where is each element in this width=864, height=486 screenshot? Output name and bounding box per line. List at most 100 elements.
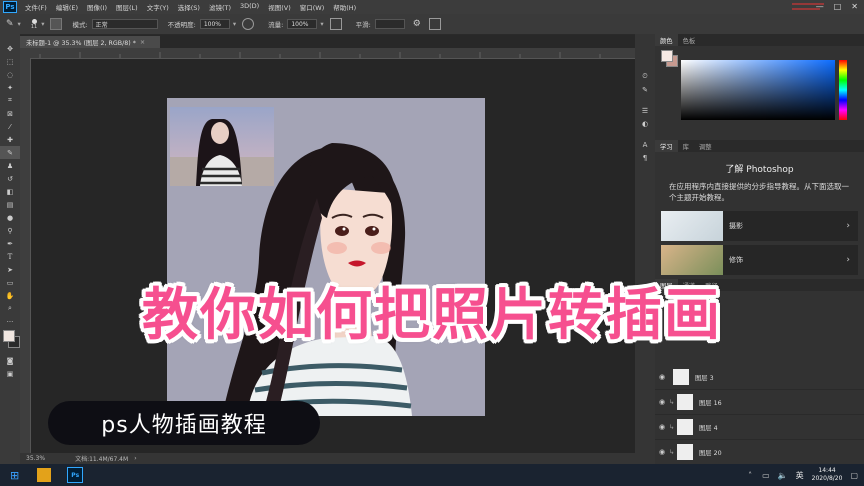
path-select-tool-icon[interactable]: ➤ — [0, 263, 20, 276]
menu-filter[interactable]: 滤镜(T) — [209, 2, 231, 12]
network-icon[interactable]: ▭ — [762, 471, 770, 480]
eye-icon[interactable]: ◉ — [655, 373, 669, 381]
zoom-level[interactable]: 35.3% — [26, 455, 45, 462]
properties-panel-icon[interactable]: ☰ — [635, 104, 655, 117]
menu-image[interactable]: 图像(I) — [87, 2, 107, 12]
crop-tool-icon[interactable]: ⌗ — [0, 94, 20, 107]
close-icon[interactable]: × — [140, 39, 145, 46]
menu-window[interactable]: 窗口(W) — [300, 2, 325, 12]
menu-type[interactable]: 文字(Y) — [147, 2, 169, 12]
quick-mask-icon[interactable]: ◙ — [0, 354, 20, 367]
color-picker-field[interactable] — [681, 60, 835, 120]
menu-bar: Ps 文件(F) 编辑(E) 图像(I) 图层(L) 文字(Y) 选择(S) 滤… — [0, 0, 864, 14]
foreground-color-swatch[interactable] — [661, 50, 673, 62]
lasso-tool-icon[interactable]: ◌ — [0, 68, 20, 81]
flow-input[interactable]: 100% — [287, 19, 318, 29]
clone-stamp-tool-icon[interactable]: ♟ — [0, 159, 20, 172]
adjustments-panel-icon[interactable]: ◐ — [635, 117, 655, 130]
ime-indicator[interactable]: 英 — [796, 470, 804, 481]
rectangle-tool-icon[interactable]: ▭ — [0, 276, 20, 289]
eyedropper-tool-icon[interactable]: ⁄ — [0, 120, 20, 133]
volume-icon[interactable]: 🔈 — [778, 471, 788, 480]
menu-edit[interactable]: 编辑(E) — [56, 2, 78, 12]
layer-row[interactable]: ◉ ↳ 图层 16 — [655, 390, 864, 415]
layer-row[interactable]: ◉ 图层 3 — [655, 365, 864, 390]
clock[interactable]: 14:44 2020/8/20 — [812, 467, 843, 483]
maximize-button[interactable]: □ — [834, 2, 842, 11]
eraser-tool-icon[interactable]: ◧ — [0, 185, 20, 198]
more-tools-icon[interactable]: ··· — [0, 315, 20, 328]
layer-row[interactable]: ◉ ↳ 图层 20 — [655, 440, 864, 465]
quick-select-tool-icon[interactable]: ✦ — [0, 81, 20, 94]
type-tool-icon[interactable]: T — [0, 250, 20, 263]
zoom-tool-icon[interactable]: ⌕ — [0, 302, 20, 315]
notification-icon[interactable]: ▢ — [850, 471, 858, 480]
learn-panel-tabs: 学习 库 调整 — [655, 140, 864, 152]
close-button[interactable]: ✕ — [851, 2, 858, 11]
learn-card-retouch[interactable]: 修饰 › — [661, 245, 858, 275]
minimize-button[interactable]: — — [816, 2, 824, 11]
brush-tool-icon[interactable]: ✎ — [6, 19, 14, 29]
tab-adjustments[interactable]: 调整 — [694, 142, 717, 151]
status-menu-icon[interactable]: › — [134, 455, 136, 462]
dodge-tool-icon[interactable]: ⚲ — [0, 224, 20, 237]
eye-icon[interactable]: ◉ — [655, 448, 669, 456]
foreground-color-swatch[interactable] — [3, 330, 15, 342]
video-title-overlay: 教你如何把照片转插画 — [142, 283, 722, 348]
chevron-down-icon[interactable]: ▾ — [320, 20, 323, 28]
menu-file[interactable]: 文件(F) — [25, 2, 47, 12]
windows-taskbar: ⊞ Ps ˄ ▭ 🔈 英 14:44 2020/8/20 ▢ — [0, 464, 864, 486]
file-explorer-icon[interactable] — [37, 468, 52, 482]
hand-tool-icon[interactable]: ✋ — [0, 289, 20, 302]
eye-icon[interactable]: ◉ — [655, 398, 669, 406]
symmetry-icon[interactable] — [428, 18, 441, 30]
chevron-down-icon[interactable]: ▾ — [41, 20, 44, 28]
learn-card-label: 摄影 — [729, 222, 743, 230]
chevron-down-icon[interactable]: ▾ — [18, 20, 21, 28]
pen-tool-icon[interactable]: ✒ — [0, 237, 20, 250]
learn-card-photography[interactable]: 摄影 › — [661, 211, 858, 241]
screen-mode-icon[interactable]: ▣ — [0, 367, 20, 380]
eye-icon[interactable]: ◉ — [655, 423, 669, 431]
photoshop-taskbar-icon[interactable]: Ps — [67, 467, 84, 483]
move-tool-icon[interactable]: ✥ — [0, 42, 20, 55]
smoothing-input[interactable] — [374, 19, 405, 29]
character-panel-icon[interactable]: A — [635, 138, 655, 151]
pressure-opacity-icon[interactable] — [242, 18, 255, 30]
marquee-tool-icon[interactable]: ⬚ — [0, 55, 20, 68]
hue-slider[interactable] — [839, 60, 847, 120]
brush-tool-icon[interactable]: ✎ — [0, 146, 20, 159]
chevron-down-icon[interactable]: ▾ — [233, 20, 236, 28]
history-brush-tool-icon[interactable]: ↺ — [0, 172, 20, 185]
blur-tool-icon[interactable]: ● — [0, 211, 20, 224]
tab-color[interactable]: 颜色 — [655, 34, 678, 46]
document-tab[interactable]: 未标题-1 @ 35.3% (图层 2, RGB/8) * × — [20, 36, 160, 48]
mode-select[interactable]: 正常 — [91, 19, 158, 29]
clock-date: 2020/8/20 — [811, 475, 843, 482]
left-eye-highlight — [342, 227, 346, 231]
history-panel-icon[interactable]: ⏲ — [635, 70, 655, 83]
brush-preset-picker[interactable]: 11 — [31, 18, 37, 30]
brush-settings-panel-icon[interactable]: ✎ — [635, 83, 655, 96]
menu-view[interactable]: 视图(V) — [268, 2, 291, 12]
menu-help[interactable]: 帮助(H) — [333, 2, 356, 12]
gear-icon[interactable]: ⚙ — [413, 19, 421, 29]
frame-tool-icon[interactable]: ⊠ — [0, 107, 20, 120]
airbrush-icon[interactable] — [329, 18, 342, 30]
healing-brush-tool-icon[interactable]: ✚ — [0, 133, 20, 146]
left-eye — [335, 226, 349, 236]
menu-select[interactable]: 选择(S) — [178, 2, 200, 12]
reference-photo[interactable] — [170, 107, 274, 186]
paragraph-panel-icon[interactable]: ¶ — [635, 151, 655, 164]
layer-row[interactable]: ◉ ↳ 图层 4 — [655, 415, 864, 440]
tab-learn[interactable]: 学习 — [655, 140, 678, 152]
tab-swatches[interactable]: 色板 — [678, 36, 701, 45]
chevron-up-icon[interactable]: ˄ — [748, 471, 752, 480]
gradient-tool-icon[interactable]: ▤ — [0, 198, 20, 211]
windows-start-icon[interactable]: ⊞ — [10, 469, 19, 482]
brush-settings-icon[interactable] — [50, 18, 63, 30]
tab-libraries[interactable]: 库 — [678, 142, 694, 151]
menu-layer[interactable]: 图层(L) — [116, 2, 138, 12]
menu-3d[interactable]: 3D(D) — [240, 2, 259, 12]
opacity-input[interactable]: 100% — [199, 19, 230, 29]
